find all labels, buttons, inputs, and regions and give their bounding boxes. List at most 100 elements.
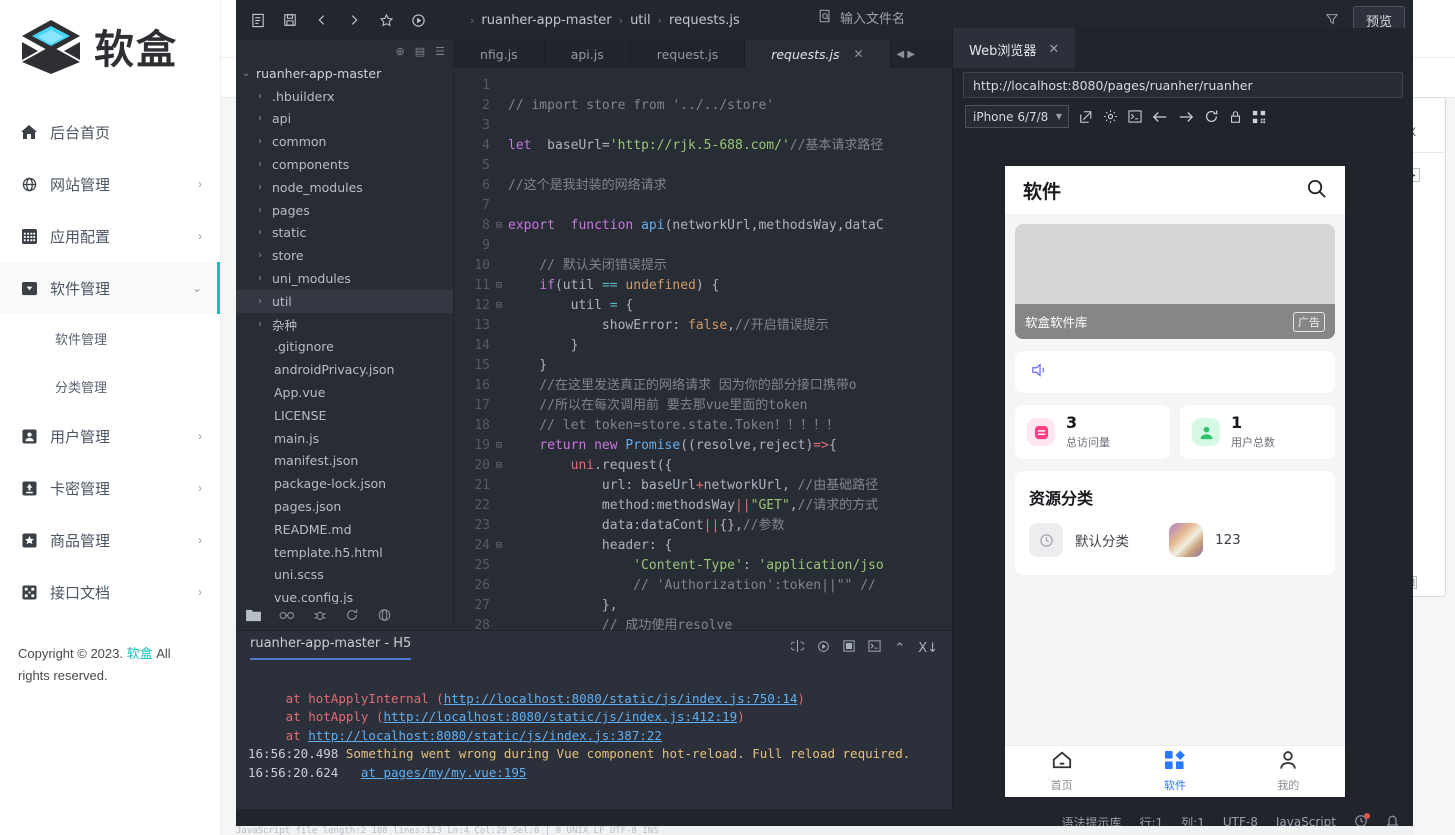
phone-tab-software[interactable]: 软件 bbox=[1118, 750, 1231, 793]
git-icon[interactable] bbox=[345, 608, 359, 626]
sidebar-item-home[interactable]: 后台首页 bbox=[0, 106, 220, 158]
tree-row[interactable]: .gitignore bbox=[236, 336, 453, 359]
tab-config-js[interactable]: nfig.js bbox=[454, 40, 545, 68]
tab-web-browser[interactable]: Web浏览器 ✕ bbox=[953, 28, 1075, 68]
tree-row[interactable]: manifest.json bbox=[236, 450, 453, 473]
tab-request-js[interactable]: request.js bbox=[631, 40, 745, 68]
console-link[interactable]: http://localhost:8080/static/js/index.js… bbox=[444, 691, 798, 706]
tab-requests-js[interactable]: requests.js ✕ bbox=[745, 40, 890, 68]
tree-row[interactable]: ⌄ ruanher-app-master bbox=[236, 62, 453, 85]
tree-row[interactable]: ›store bbox=[236, 244, 453, 267]
back-icon[interactable] bbox=[1152, 110, 1168, 124]
tree-row[interactable]: ›static bbox=[236, 222, 453, 245]
terminal-icon[interactable] bbox=[868, 640, 881, 656]
search-icon[interactable] bbox=[1306, 178, 1327, 203]
forward-icon[interactable] bbox=[338, 5, 370, 35]
tree-row[interactable]: LICENSE bbox=[236, 404, 453, 427]
sidebar-item-website[interactable]: 网站管理 › bbox=[0, 158, 220, 210]
stat-card-visits[interactable]: 3 总访问量 bbox=[1015, 405, 1170, 459]
project-icon[interactable] bbox=[246, 609, 261, 626]
console-link[interactable]: http://localhost:8080/static/js/index.js… bbox=[308, 728, 662, 743]
forward-icon[interactable] bbox=[1178, 110, 1194, 124]
tree-row[interactable]: App.vue bbox=[236, 381, 453, 404]
tree-row[interactable]: README.md bbox=[236, 518, 453, 541]
sidebar-item-goods[interactable]: 商品管理 › bbox=[0, 514, 220, 566]
scroll-end-icon[interactable]: X↓ bbox=[918, 641, 938, 656]
settings-icon[interactable] bbox=[1103, 109, 1118, 124]
menu-icon[interactable]: ☰ bbox=[435, 45, 445, 58]
filter-icon[interactable] bbox=[1325, 11, 1339, 30]
sidebar-subitem-category-manage[interactable]: 分类管理 bbox=[0, 362, 220, 410]
tree-row[interactable]: androidPrivacy.json bbox=[236, 358, 453, 381]
tree-row[interactable]: ›node_modules bbox=[236, 176, 453, 199]
console-icon[interactable] bbox=[1128, 110, 1142, 123]
tree-row[interactable]: pages.json bbox=[236, 495, 453, 518]
tree-row[interactable]: ›.hbuilderx bbox=[236, 85, 453, 108]
tab-api-js[interactable]: api.js bbox=[545, 40, 631, 68]
run-icon[interactable] bbox=[817, 640, 830, 657]
ad-banner[interactable]: 软盒软件库 广告 bbox=[1015, 224, 1335, 339]
code-fold-column[interactable]: ⊟ ⊟⊟ ⊟⊟ ⊟ bbox=[496, 68, 508, 630]
save-icon[interactable] bbox=[274, 5, 306, 35]
close-icon[interactable]: ✕ bbox=[1048, 42, 1059, 57]
category-item-123[interactable]: 123 bbox=[1169, 523, 1241, 557]
open-external-icon[interactable] bbox=[1079, 110, 1093, 124]
sidebar-item-software[interactable]: 软件管理 ⌄ bbox=[0, 262, 220, 314]
add-icon[interactable]: ⊕ bbox=[396, 45, 405, 58]
collapse-icon[interactable]: ⌃ bbox=[894, 641, 905, 656]
console-link[interactable]: http://localhost:8080/static/js/index.js… bbox=[383, 709, 737, 724]
cloud-icon[interactable] bbox=[377, 608, 392, 626]
notice-bar[interactable] bbox=[1015, 351, 1335, 393]
search-icon[interactable] bbox=[279, 609, 295, 626]
close-icon[interactable]: ✕ bbox=[853, 47, 863, 61]
mobile-preview[interactable]: 软件 软盒软件库 广告 bbox=[1004, 165, 1346, 798]
sidebar-subitem-software-manage[interactable]: 软件管理 bbox=[0, 314, 220, 362]
tab-scroll-right-icon[interactable]: ▶ bbox=[907, 49, 915, 60]
lock-icon[interactable] bbox=[1229, 110, 1242, 124]
star-icon[interactable] bbox=[370, 5, 402, 35]
breadcrumb-item-project[interactable]: ruanher-app-master bbox=[481, 13, 611, 28]
back-icon[interactable] bbox=[306, 5, 338, 35]
run-icon[interactable] bbox=[402, 5, 434, 35]
admin-logo[interactable]: 软盒 bbox=[0, 0, 220, 92]
sidebar-item-appconfig[interactable]: 应用配置 › bbox=[0, 210, 220, 262]
tree-row[interactable]: package-lock.json bbox=[236, 472, 453, 495]
tree-row[interactable]: ›api bbox=[236, 108, 453, 131]
tab-scroll-controls[interactable]: ◀ ▶ bbox=[891, 40, 921, 68]
stat-card-users[interactable]: 1 用户总数 bbox=[1180, 405, 1335, 459]
category-item-default[interactable]: 默认分类 bbox=[1029, 523, 1129, 557]
tab-scroll-left-icon[interactable]: ◀ bbox=[897, 49, 905, 60]
debug-icon[interactable] bbox=[313, 608, 327, 626]
filename-search-box[interactable]: 输入文件名 bbox=[818, 8, 905, 27]
url-bar[interactable]: http://localhost:8080/pages/ruanher/ruan… bbox=[963, 72, 1403, 98]
copyright-brand-link[interactable]: 软盒 bbox=[127, 646, 153, 661]
phone-tab-mine[interactable]: 我的 bbox=[1232, 750, 1345, 793]
sidebar-item-users[interactable]: 用户管理 › bbox=[0, 410, 220, 462]
tree-item-label: store bbox=[272, 248, 304, 263]
new-file-icon[interactable] bbox=[242, 5, 274, 35]
tree-row-util-selected[interactable]: ›util bbox=[236, 290, 453, 313]
breadcrumb-item-folder[interactable]: util bbox=[630, 13, 651, 28]
tree-row[interactable]: main.js bbox=[236, 427, 453, 450]
reload-icon[interactable] bbox=[1204, 109, 1219, 124]
breadcrumb-item-file[interactable]: requests.js bbox=[669, 13, 740, 28]
qrcode-icon[interactable] bbox=[1252, 110, 1266, 124]
console-title[interactable]: ruanher-app-master - H5 bbox=[250, 636, 411, 660]
tree-row[interactable]: uni.scss bbox=[236, 564, 453, 587]
sidebar-item-cardkey[interactable]: 卡密管理 › bbox=[0, 462, 220, 514]
sidebar-item-apidoc[interactable]: 接口文档 › bbox=[0, 566, 220, 618]
tree-row[interactable]: ›uni_modules bbox=[236, 267, 453, 290]
tree-row[interactable]: ›杂种 bbox=[236, 313, 453, 336]
phone-tab-home[interactable]: 首页 bbox=[1005, 750, 1118, 793]
stop-icon[interactable] bbox=[843, 640, 855, 656]
tree-row[interactable]: template.h5.html bbox=[236, 541, 453, 564]
tree-row[interactable]: ›components bbox=[236, 153, 453, 176]
device-select[interactable]: iPhone 6/7/8 ▼ bbox=[965, 105, 1069, 128]
collapse-all-icon[interactable]: ▤ bbox=[415, 45, 425, 58]
console-link[interactable]: at pages/my/my.vue:195 bbox=[361, 765, 527, 780]
stat-text-group: 3 总访问量 bbox=[1066, 415, 1110, 450]
code-content[interactable]: // import store from '../../store' let b… bbox=[508, 68, 884, 630]
tree-row[interactable]: ›common bbox=[236, 130, 453, 153]
clear-icon[interactable] bbox=[791, 639, 804, 657]
tree-row[interactable]: ›pages bbox=[236, 199, 453, 222]
